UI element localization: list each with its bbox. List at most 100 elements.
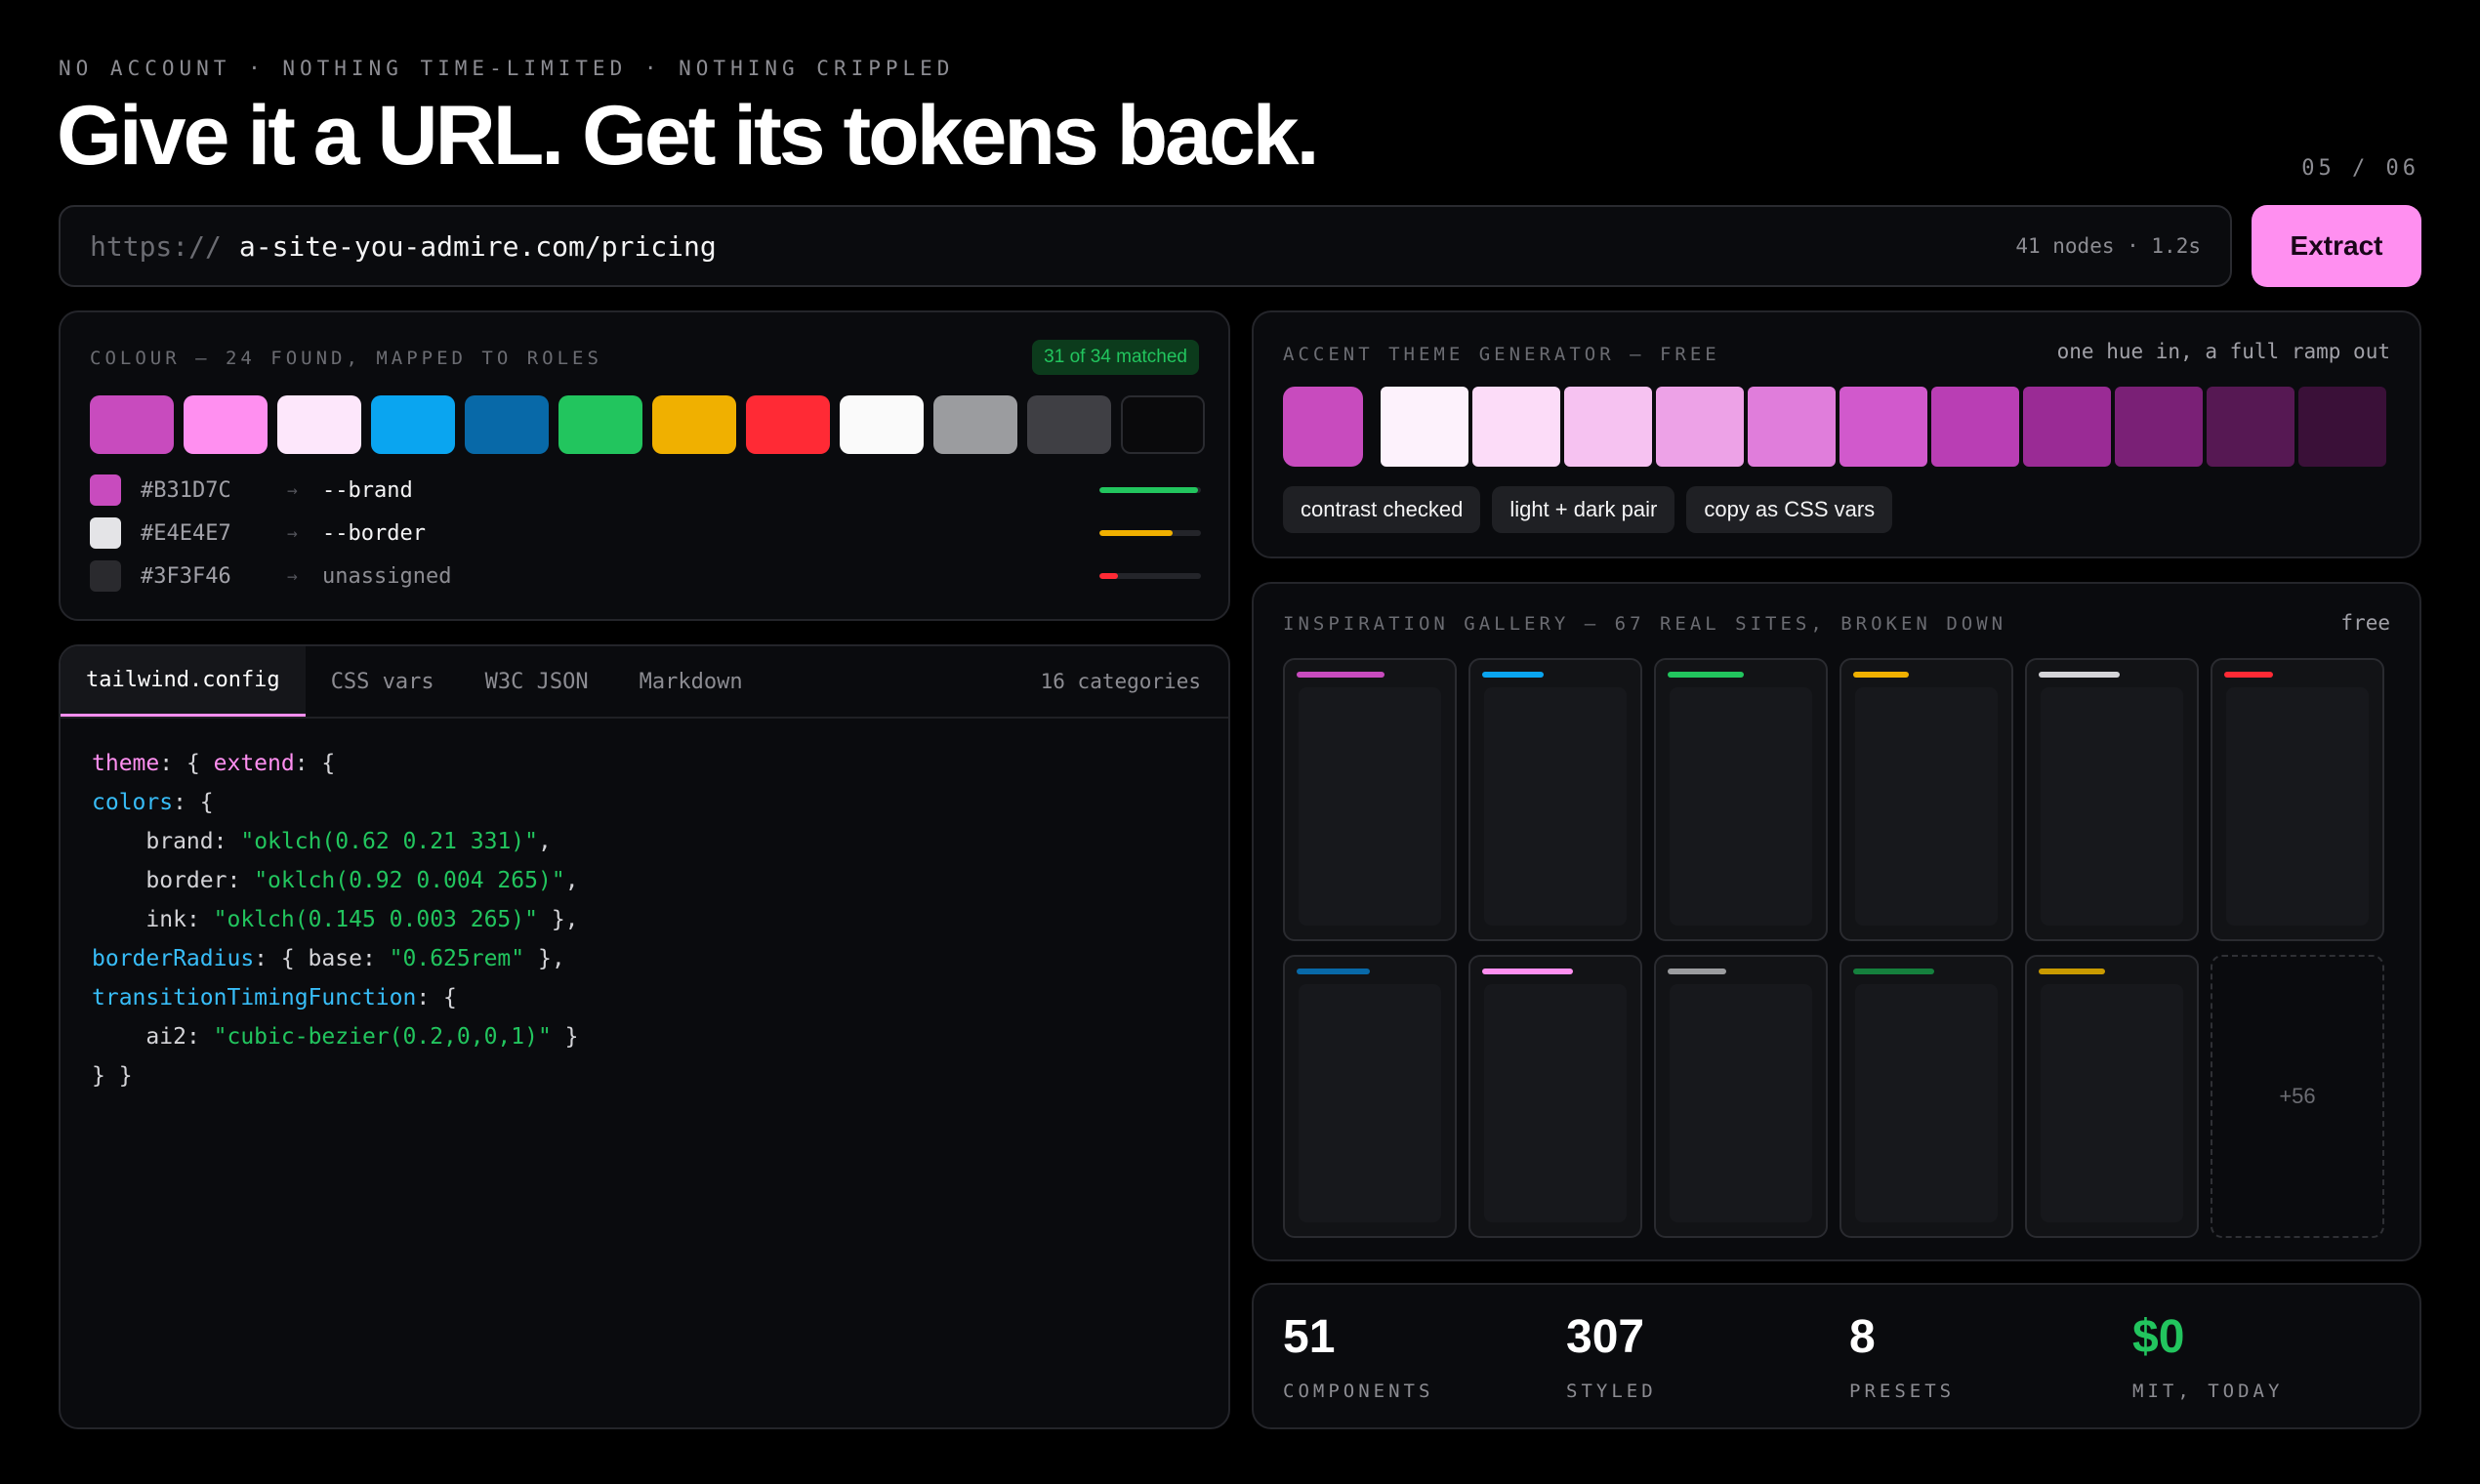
colour-swatch[interactable] xyxy=(652,395,736,454)
mapping-row-unassigned[interactable]: #3F3F46 → unassigned xyxy=(90,560,1201,592)
site-preview xyxy=(2226,687,2369,926)
site-preview xyxy=(1299,687,1441,926)
mapping-row-brand[interactable]: #B31D7C → --brand xyxy=(90,474,1201,506)
site-preview xyxy=(1670,984,1812,1222)
code-line: theme: { extend: { xyxy=(92,751,336,776)
code-panel: tailwind.config CSS vars W3C JSON Markdo… xyxy=(59,644,1230,1429)
site-preview xyxy=(1484,687,1627,926)
site-card[interactable] xyxy=(2025,658,2199,941)
colour-swatch[interactable] xyxy=(933,395,1017,454)
colour-swatch[interactable] xyxy=(277,395,361,454)
more-sites-label: +56 xyxy=(2279,1084,2316,1108)
mapping-role: --border xyxy=(322,520,426,546)
colour-swatch[interactable] xyxy=(90,395,174,454)
page-title: Give it a URL. Get its tokens back. xyxy=(57,89,1320,183)
match-bar xyxy=(1099,573,1201,579)
ramp-step[interactable] xyxy=(1564,387,1652,467)
code-line: colors: { xyxy=(92,790,214,815)
site-card[interactable] xyxy=(2211,658,2384,941)
site-card[interactable] xyxy=(1839,658,2013,941)
tab-css-vars[interactable]: CSS vars xyxy=(306,646,460,717)
colour-swatch[interactable] xyxy=(746,395,830,454)
stat-value: 51 xyxy=(1283,1311,1336,1363)
colour-swatch[interactable] xyxy=(558,395,642,454)
pill-light-dark-pair[interactable]: light + dark pair xyxy=(1492,486,1675,533)
ramp-step[interactable] xyxy=(1381,387,1468,467)
ramp-step[interactable] xyxy=(1656,387,1744,467)
site-accent-line xyxy=(1853,969,1934,974)
category-count: 16 categories xyxy=(1040,670,1201,693)
match-bar xyxy=(1099,530,1201,536)
ramp-step[interactable] xyxy=(2115,387,2203,467)
accent-panel-label: ACCENT THEME GENERATOR — FREE xyxy=(1283,344,1720,365)
site-card[interactable] xyxy=(2025,955,2199,1238)
extract-button[interactable]: Extract xyxy=(2252,205,2421,287)
match-bar-fill xyxy=(1099,530,1173,536)
accent-hue-swatch[interactable] xyxy=(1283,387,1363,467)
colour-panel: COLOUR — 24 FOUND, MAPPED TO ROLES 31 of… xyxy=(59,310,1230,621)
gallery-panel: INSPIRATION GALLERY — 67 REAL SITES, BRO… xyxy=(1252,582,2421,1261)
stat-value: $0 xyxy=(2132,1311,2185,1363)
ramp-step[interactable] xyxy=(2207,387,2294,467)
url-value[interactable]: a-site-you-admire.com/pricing xyxy=(239,230,717,263)
url-scheme: https:// xyxy=(90,229,222,263)
colour-swatch[interactable] xyxy=(840,395,924,454)
stat-label: COMPONENTS xyxy=(1283,1381,1434,1402)
ramp-step[interactable] xyxy=(2298,387,2386,467)
colour-swatch[interactable] xyxy=(1121,395,1205,454)
gallery-tag: free xyxy=(2340,611,2390,635)
colour-swatch[interactable] xyxy=(371,395,455,454)
mapping-dot xyxy=(90,474,121,506)
url-input[interactable]: https:// a-site-you-admire.com/pricing 4… xyxy=(59,205,2232,287)
ramp-step[interactable] xyxy=(1839,387,1927,467)
extract-stats: 41 nodes · 1.2s xyxy=(2015,234,2201,258)
swatch-row xyxy=(90,395,1205,454)
gallery-grid: +56 xyxy=(1283,658,2384,1238)
colour-swatch[interactable] xyxy=(465,395,549,454)
accent-panel: ACCENT THEME GENERATOR — FREE one hue in… xyxy=(1252,310,2421,558)
colour-swatch[interactable] xyxy=(1027,395,1111,454)
site-accent-line xyxy=(2039,969,2105,974)
arrow-icon: → xyxy=(287,479,298,501)
more-sites-card[interactable]: +56 xyxy=(2211,955,2384,1238)
mapping-hex: #E4E4E7 xyxy=(141,520,231,546)
pill-contrast-checked[interactable]: contrast checked xyxy=(1283,486,1481,533)
tab-tailwind-config[interactable]: tailwind.config xyxy=(61,646,306,717)
site-accent-line xyxy=(1297,672,1385,678)
site-card[interactable] xyxy=(1839,955,2013,1238)
site-accent-line xyxy=(2224,672,2273,678)
site-accent-line xyxy=(1668,672,1744,678)
pill-copy-css-vars[interactable]: copy as CSS vars xyxy=(1686,486,1893,533)
site-card[interactable] xyxy=(1468,658,1642,941)
site-accent-line xyxy=(1853,672,1909,678)
mapping-role: unassigned xyxy=(322,563,452,589)
site-card[interactable] xyxy=(1283,658,1457,941)
site-card[interactable] xyxy=(1283,955,1457,1238)
match-bar-fill xyxy=(1099,573,1118,579)
site-accent-line xyxy=(1668,969,1726,974)
ramp-step[interactable] xyxy=(1748,387,1836,467)
code-line: ai2: "cubic-bezier(0.2,0,0,1)" } xyxy=(145,1024,579,1050)
stat-value: 307 xyxy=(1566,1311,1645,1363)
accent-ramp xyxy=(1381,387,2386,467)
tab-markdown[interactable]: Markdown xyxy=(614,646,768,717)
site-preview xyxy=(1299,984,1441,1222)
code-line: brand: "oklch(0.62 0.21 331)", xyxy=(145,829,552,854)
ramp-step[interactable] xyxy=(1931,387,2019,467)
site-card[interactable] xyxy=(1468,955,1642,1238)
site-preview xyxy=(1855,984,1998,1222)
site-preview xyxy=(1484,984,1627,1222)
site-card[interactable] xyxy=(1654,955,1828,1238)
site-accent-line xyxy=(1482,672,1544,678)
mapping-dot xyxy=(90,517,121,549)
stat-label: PRESETS xyxy=(1849,1381,1956,1402)
colour-swatch[interactable] xyxy=(184,395,268,454)
mapping-row-border[interactable]: #E4E4E7 → --border xyxy=(90,517,1201,549)
tab-w3c-json[interactable]: W3C JSON xyxy=(460,646,614,717)
stat-value: 8 xyxy=(1849,1311,1876,1363)
site-accent-line xyxy=(1482,969,1573,974)
ramp-step[interactable] xyxy=(1472,387,1560,467)
site-card[interactable] xyxy=(1654,658,1828,941)
ramp-step[interactable] xyxy=(2023,387,2111,467)
stat-label: MIT, TODAY xyxy=(2132,1381,2284,1402)
